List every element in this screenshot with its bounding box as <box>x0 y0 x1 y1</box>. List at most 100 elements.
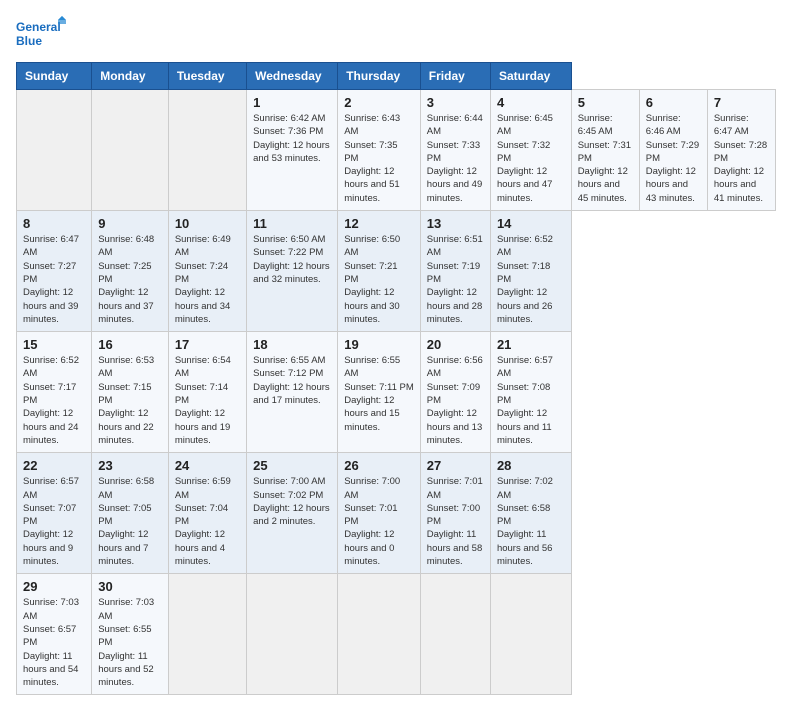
day-number: 6 <box>646 95 701 110</box>
calendar-cell: 4 Sunrise: 6:45 AMSunset: 7:32 PMDaylight… <box>490 90 571 211</box>
calendar-week-5: 29Sunrise: 7:03 AMSunset: 6:57 PMDayligh… <box>17 574 776 695</box>
calendar-week-1: 1 Sunrise: 6:42 AMSunset: 7:36 PMDaylight… <box>17 90 776 211</box>
day-header-monday: Monday <box>92 63 169 90</box>
day-info: Sunrise: 7:03 AMSunset: 6:55 PMDaylight:… <box>98 596 162 689</box>
calendar-cell: 21 Sunrise: 6:57 AMSunset: 7:08 PMDayligh… <box>490 332 571 453</box>
header: General Blue <box>16 16 776 52</box>
day-number: 15 <box>23 337 85 352</box>
day-number: 9 <box>98 216 162 231</box>
day-number: 30 <box>98 579 162 594</box>
calendar-header-row: SundayMondayTuesdayWednesdayThursdayFrid… <box>17 63 776 90</box>
logo-svg: General Blue <box>16 16 66 52</box>
day-number: 11 <box>253 216 331 231</box>
day-number: 7 <box>714 95 769 110</box>
calendar-cell: 19 Sunrise: 6:55 AMSunset: 7:11 PMDayligh… <box>338 332 421 453</box>
calendar-cell: 14 Sunrise: 6:52 AMSunset: 7:18 PMDayligh… <box>490 211 571 332</box>
day-number: 17 <box>175 337 240 352</box>
calendar-cell: 1 Sunrise: 6:42 AMSunset: 7:36 PMDaylight… <box>247 90 338 211</box>
calendar-cell: 6 Sunrise: 6:46 AMSunset: 7:29 PMDaylight… <box>639 90 707 211</box>
calendar-cell: 13Sunrise: 6:51 AMSunset: 7:19 PMDayligh… <box>420 211 490 332</box>
day-info: Sunrise: 6:42 AMSunset: 7:36 PMDaylight:… <box>253 112 331 165</box>
day-number: 22 <box>23 458 85 473</box>
day-header-friday: Friday <box>420 63 490 90</box>
calendar-cell <box>168 90 246 211</box>
day-header-wednesday: Wednesday <box>247 63 338 90</box>
day-info: Sunrise: 7:02 AMSunset: 6:58 PMDaylight:… <box>497 475 565 568</box>
day-header-sunday: Sunday <box>17 63 92 90</box>
day-header-tuesday: Tuesday <box>168 63 246 90</box>
day-info: Sunrise: 6:54 AMSunset: 7:14 PMDaylight:… <box>175 354 240 447</box>
day-info: Sunrise: 6:47 AMSunset: 7:27 PMDaylight:… <box>23 233 85 326</box>
calendar-week-3: 15Sunrise: 6:52 AMSunset: 7:17 PMDayligh… <box>17 332 776 453</box>
day-info: Sunrise: 6:50 AMSunset: 7:22 PMDaylight:… <box>253 233 331 286</box>
calendar-cell: 26Sunrise: 7:00 AMSunset: 7:01 PMDayligh… <box>338 453 421 574</box>
day-info: Sunrise: 6:57 AMSunset: 7:08 PMDaylight:… <box>497 354 565 447</box>
calendar-cell: 28 Sunrise: 7:02 AMSunset: 6:58 PMDayligh… <box>490 453 571 574</box>
day-number: 5 <box>578 95 633 110</box>
day-number: 16 <box>98 337 162 352</box>
day-number: 18 <box>253 337 331 352</box>
day-number: 1 <box>253 95 331 110</box>
calendar-cell: 22Sunrise: 6:57 AMSunset: 7:07 PMDayligh… <box>17 453 92 574</box>
day-header-saturday: Saturday <box>490 63 571 90</box>
day-number: 10 <box>175 216 240 231</box>
calendar-cell: 16Sunrise: 6:53 AMSunset: 7:15 PMDayligh… <box>92 332 169 453</box>
calendar-week-2: 8 Sunrise: 6:47 AMSunset: 7:27 PMDaylight… <box>17 211 776 332</box>
day-number: 4 <box>497 95 565 110</box>
calendar-cell: 17 Sunrise: 6:54 AMSunset: 7:14 PMDayligh… <box>168 332 246 453</box>
day-header-thursday: Thursday <box>338 63 421 90</box>
calendar-cell: 15Sunrise: 6:52 AMSunset: 7:17 PMDayligh… <box>17 332 92 453</box>
day-info: Sunrise: 6:43 AMSunset: 7:35 PMDaylight:… <box>344 112 414 205</box>
day-info: Sunrise: 6:48 AMSunset: 7:25 PMDaylight:… <box>98 233 162 326</box>
day-info: Sunrise: 6:47 AMSunset: 7:28 PMDaylight:… <box>714 112 769 205</box>
logo: General Blue <box>16 16 66 52</box>
calendar-cell: 29Sunrise: 7:03 AMSunset: 6:57 PMDayligh… <box>17 574 92 695</box>
calendar-cell <box>168 574 246 695</box>
day-info: Sunrise: 6:49 AMSunset: 7:24 PMDaylight:… <box>175 233 240 326</box>
calendar-cell <box>92 90 169 211</box>
day-number: 2 <box>344 95 414 110</box>
calendar-cell: 18 Sunrise: 6:55 AMSunset: 7:12 PMDayligh… <box>247 332 338 453</box>
day-number: 8 <box>23 216 85 231</box>
calendar-cell <box>338 574 421 695</box>
calendar-cell: 7 Sunrise: 6:47 AMSunset: 7:28 PMDaylight… <box>707 90 775 211</box>
calendar-cell: 5 Sunrise: 6:45 AMSunset: 7:31 PMDaylight… <box>571 90 639 211</box>
calendar-cell: 10 Sunrise: 6:49 AMSunset: 7:24 PMDayligh… <box>168 211 246 332</box>
day-number: 13 <box>427 216 484 231</box>
calendar-cell <box>247 574 338 695</box>
calendar-cell <box>420 574 490 695</box>
day-info: Sunrise: 7:00 AMSunset: 7:02 PMDaylight:… <box>253 475 331 528</box>
day-info: Sunrise: 6:52 AMSunset: 7:18 PMDaylight:… <box>497 233 565 326</box>
day-number: 23 <box>98 458 162 473</box>
calendar-cell: 20Sunrise: 6:56 AMSunset: 7:09 PMDayligh… <box>420 332 490 453</box>
day-number: 25 <box>253 458 331 473</box>
day-number: 14 <box>497 216 565 231</box>
day-number: 26 <box>344 458 414 473</box>
day-number: 27 <box>427 458 484 473</box>
day-number: 21 <box>497 337 565 352</box>
day-number: 3 <box>427 95 484 110</box>
day-number: 28 <box>497 458 565 473</box>
svg-text:General: General <box>16 20 61 34</box>
calendar-cell: 27Sunrise: 7:01 AMSunset: 7:00 PMDayligh… <box>420 453 490 574</box>
day-info: Sunrise: 6:45 AMSunset: 7:32 PMDaylight:… <box>497 112 565 205</box>
calendar-cell: 24 Sunrise: 6:59 AMSunset: 7:04 PMDayligh… <box>168 453 246 574</box>
day-number: 24 <box>175 458 240 473</box>
day-number: 12 <box>344 216 414 231</box>
day-info: Sunrise: 6:46 AMSunset: 7:29 PMDaylight:… <box>646 112 701 205</box>
day-info: Sunrise: 6:59 AMSunset: 7:04 PMDaylight:… <box>175 475 240 568</box>
calendar-cell: 9 Sunrise: 6:48 AMSunset: 7:25 PMDaylight… <box>92 211 169 332</box>
svg-text:Blue: Blue <box>16 34 42 48</box>
day-info: Sunrise: 6:45 AMSunset: 7:31 PMDaylight:… <box>578 112 633 205</box>
day-info: Sunrise: 7:03 AMSunset: 6:57 PMDaylight:… <box>23 596 85 689</box>
day-number: 20 <box>427 337 484 352</box>
day-number: 19 <box>344 337 414 352</box>
day-info: Sunrise: 6:44 AMSunset: 7:33 PMDaylight:… <box>427 112 484 205</box>
calendar-cell: 11 Sunrise: 6:50 AMSunset: 7:22 PMDayligh… <box>247 211 338 332</box>
calendar-table: SundayMondayTuesdayWednesdayThursdayFrid… <box>16 62 776 695</box>
calendar-cell <box>490 574 571 695</box>
calendar-cell: 25 Sunrise: 7:00 AMSunset: 7:02 PMDayligh… <box>247 453 338 574</box>
day-info: Sunrise: 6:55 AMSunset: 7:12 PMDaylight:… <box>253 354 331 407</box>
calendar-cell: 2 Sunrise: 6:43 AMSunset: 7:35 PMDaylight… <box>338 90 421 211</box>
day-info: Sunrise: 6:55 AMSunset: 7:11 PMDaylight:… <box>344 354 414 434</box>
